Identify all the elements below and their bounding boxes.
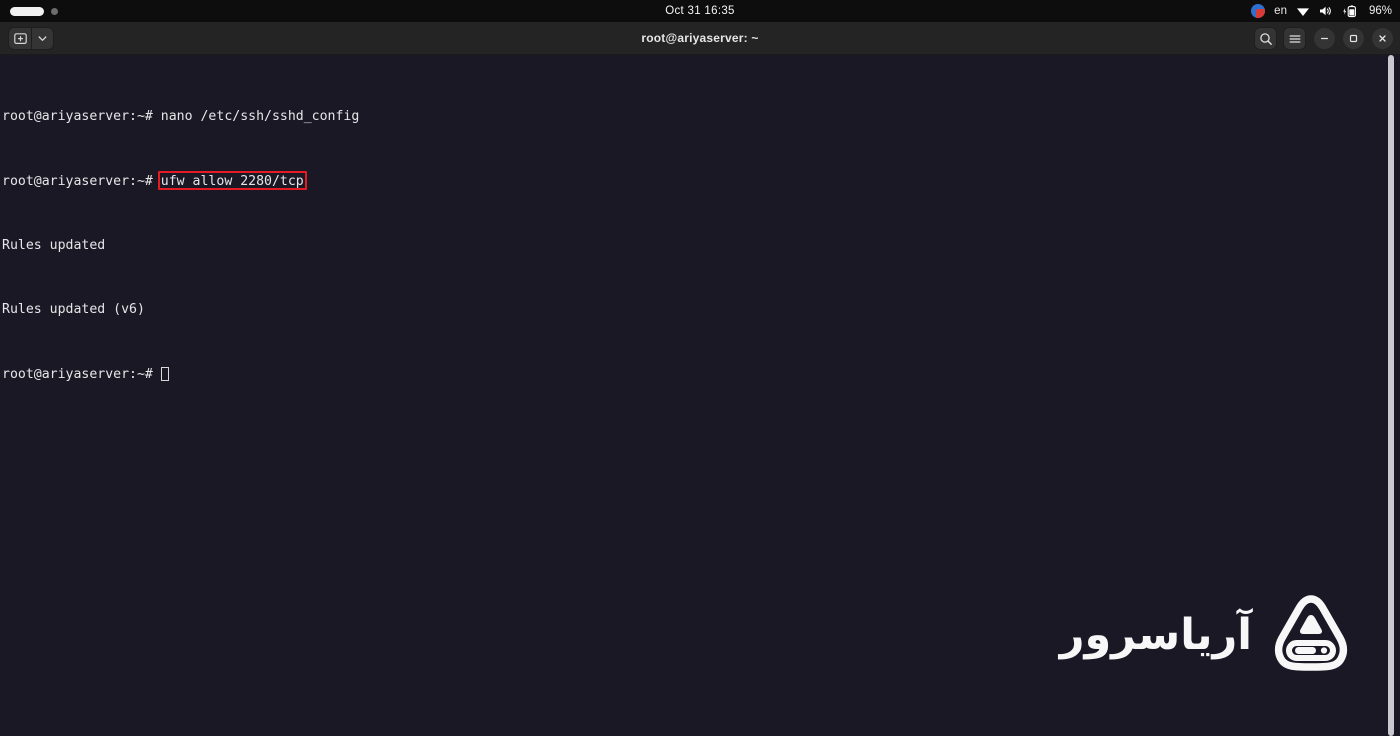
window-title: root@ariyaserver: ~ <box>641 31 759 45</box>
battery-percent-label: 96% <box>1368 5 1392 17</box>
terminal-body[interactable]: root@ariyaserver:~# nano /etc/ssh/sshd_c… <box>0 55 1400 736</box>
terminal-line: Rules updated <box>2 238 1400 254</box>
hamburger-menu-icon[interactable] <box>1283 27 1306 50</box>
volume-icon[interactable] <box>1319 5 1333 17</box>
terminal-output: root@ariyaserver:~# nano /etc/ssh/sshd_c… <box>2 61 1400 415</box>
battery-charging-icon[interactable] <box>1342 4 1359 18</box>
search-icon[interactable] <box>1254 27 1277 50</box>
window-titlebar: root@ariyaserver: ~ <box>0 22 1400 55</box>
terminal-prompt: root@ariyaserver:~# <box>2 109 161 125</box>
terminal-scrollbar[interactable] <box>1388 55 1394 736</box>
watermark: آریاسرور <box>1060 593 1352 678</box>
terminal-output-text: Rules updated <box>2 238 106 254</box>
minimize-icon[interactable] <box>1314 28 1335 49</box>
close-icon[interactable] <box>1372 28 1393 49</box>
highlighted-command: ufw allow 2280/tcp <box>157 170 307 190</box>
top-bar-status-group: en 96% <box>1251 0 1392 22</box>
terminal-prompt: root@ariyaserver:~# <box>2 366 161 382</box>
terminal-line: Rules updated (v6) <box>2 302 1400 318</box>
terminal-window: root@ariyaserver: ~ root@ariyaserver:~# … <box>0 22 1400 736</box>
maximize-icon[interactable] <box>1343 28 1364 49</box>
clock[interactable]: Oct 31 16:35 <box>0 0 1400 22</box>
window-controls-group <box>1254 27 1393 50</box>
terminal-command: ufw allow 2280/tcp <box>160 173 304 189</box>
terminal-command: nano /etc/ssh/sshd_config <box>160 109 360 125</box>
wifi-icon[interactable] <box>1296 5 1310 17</box>
terminal-output-text: Rules updated (v6) <box>2 302 145 318</box>
app-indicator-icon[interactable] <box>1251 4 1266 18</box>
terminal-line: root@ariyaserver:~# ufw allow 2280/tcp <box>2 170 1400 190</box>
terminal-prompt: root@ariyaserver:~# <box>2 173 161 189</box>
brand-name: آریاسرور <box>1059 610 1253 660</box>
keyboard-language-label[interactable]: en <box>1274 5 1287 17</box>
ariyaserver-logo-icon <box>1270 593 1352 678</box>
terminal-line: root@ariyaserver:~# <box>2 366 1400 383</box>
system-top-bar: Oct 31 16:35 en 96% <box>0 0 1400 22</box>
terminal-cursor <box>160 366 169 381</box>
terminal-line: root@ariyaserver:~# nano /etc/ssh/sshd_c… <box>2 109 1400 125</box>
